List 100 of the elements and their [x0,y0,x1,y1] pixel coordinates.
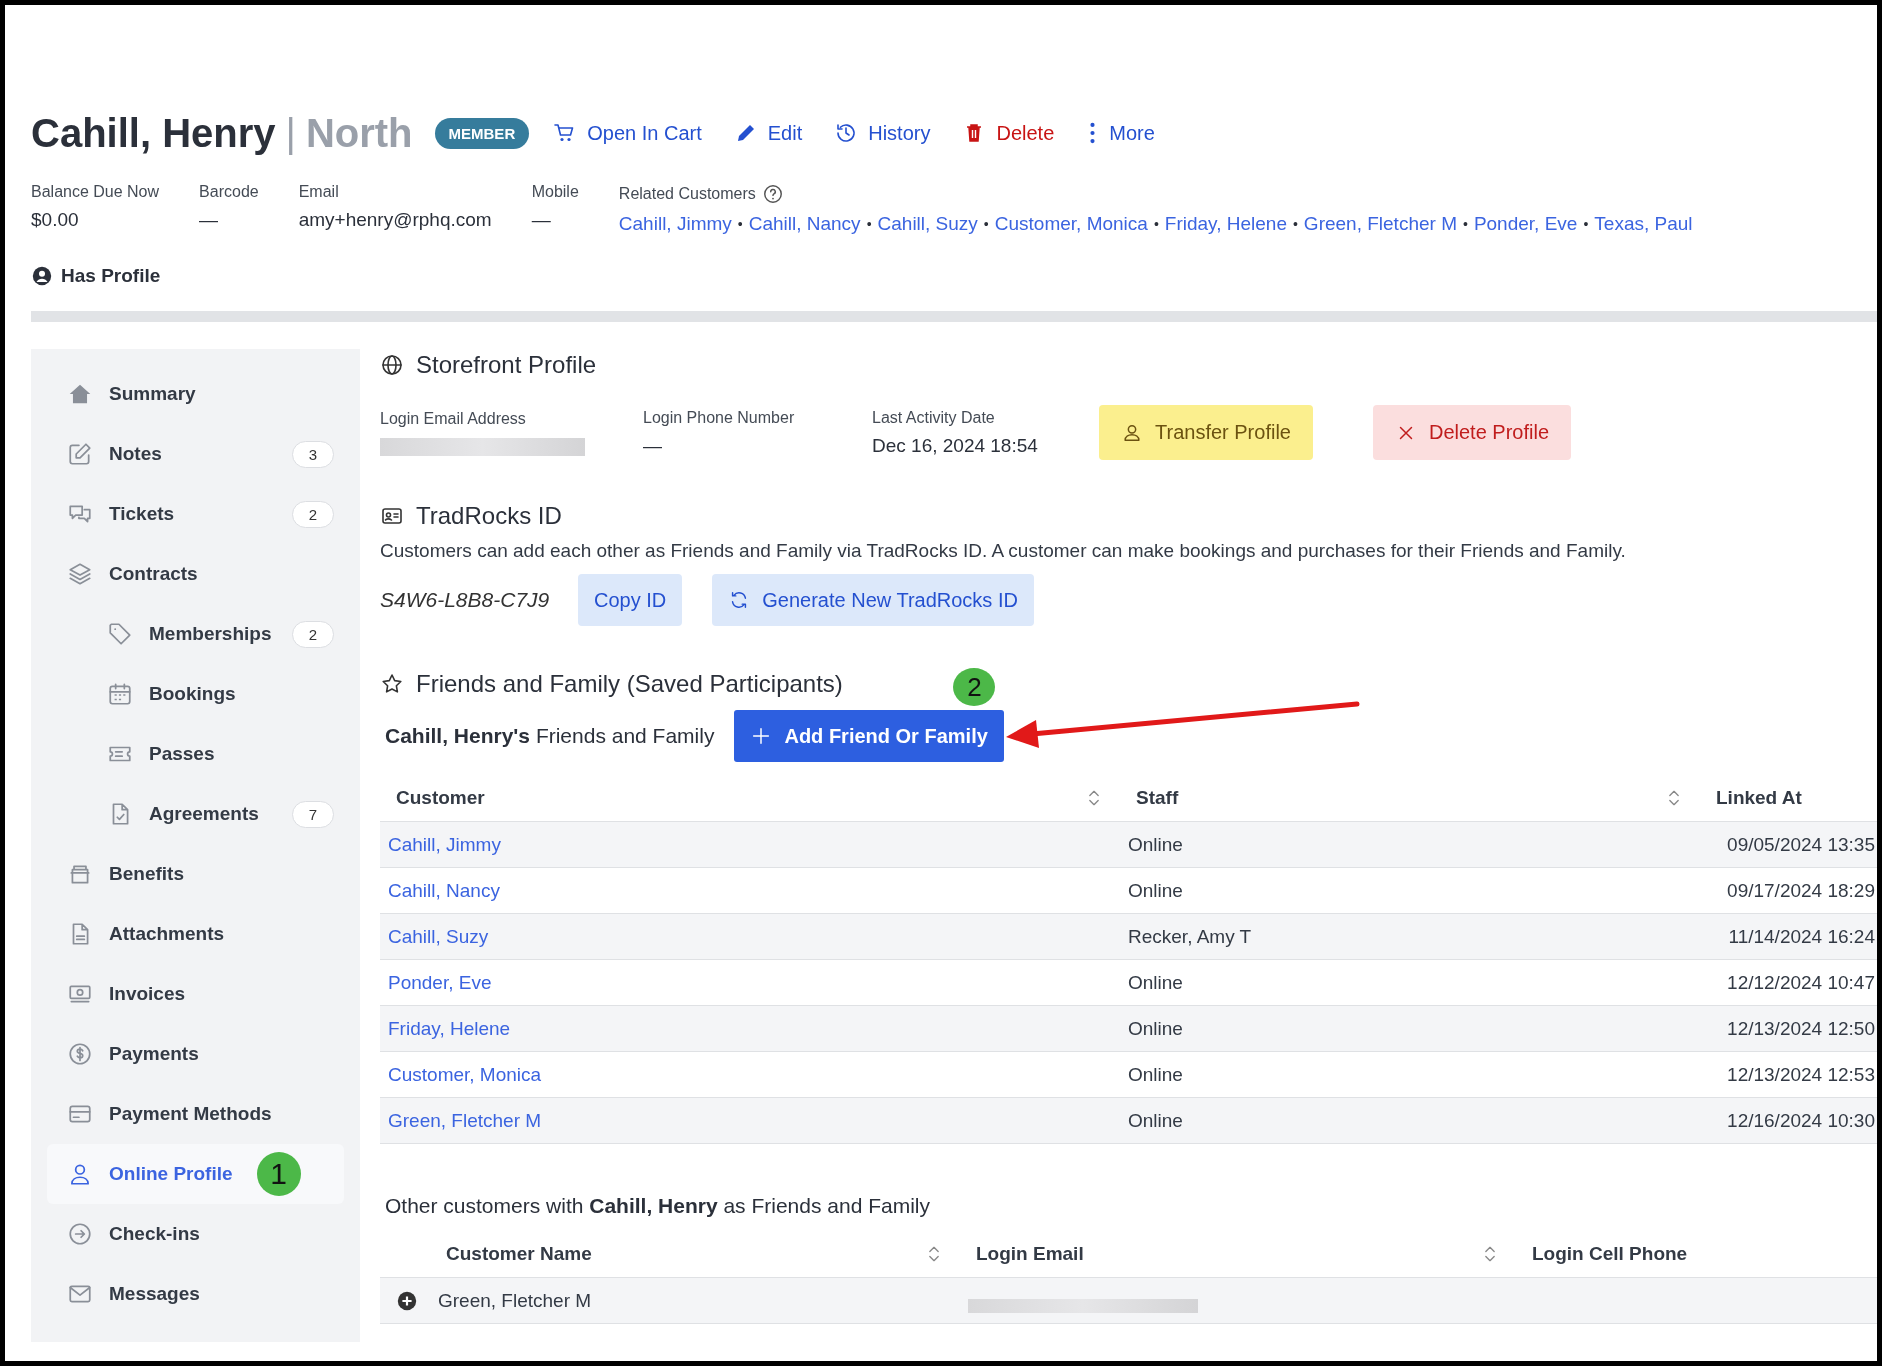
sidebar-item[interactable]: Attachments [47,904,344,964]
field-label: Related Customers [618,185,756,203]
transfer-profile-button[interactable]: Transfer Profile [1099,405,1313,460]
field-label: Mobile [531,183,579,201]
member-badge: MEMBER [434,117,530,149]
sidebar-item[interactable]: Payments [47,1024,344,1084]
sidebar-item[interactable]: Memberships 2 [47,604,344,664]
more-icon [1090,122,1096,144]
globe-icon [380,353,404,377]
count-badge: 2 [292,620,334,648]
field-value: $0.00 [31,209,80,231]
separator-dot: • [1153,216,1159,232]
field-label: Barcode [199,183,259,201]
table-cell-text: 09/05/2024 13:35 [1726,833,1876,856]
field-value: — [199,209,220,231]
delete-profile-button[interactable]: Delete Profile [1372,405,1572,460]
field-value: Dec 16, 2024 18:54 [872,434,1039,457]
table-cell-text: 11/14/2024 16:24 [1727,925,1876,948]
number-marker: 1 [256,1152,301,1196]
column-header[interactable]: Login Email [976,1242,1084,1265]
sidebar-item[interactable]: Passes [47,724,344,784]
location-name: North [305,110,413,156]
subtitle-text: Cahill, Henry's Friends and Family [385,724,715,748]
customer-link[interactable]: Cahill, Jimmy [618,213,732,235]
sidebar-item[interactable]: Agreements 7 [47,784,344,844]
help-icon[interactable] [761,183,784,205]
customer-link[interactable]: Cahill, Nancy [388,879,500,902]
open-in-cart-button[interactable]: Open In Cart [549,117,706,149]
sidebar-item[interactable]: Contracts [47,544,344,604]
column-header[interactable]: Customer Name [446,1242,592,1265]
table-cell-text: Online [1127,1063,1184,1086]
sidebar-item[interactable]: Benefits [47,844,344,904]
field-label: Login Phone Number [643,408,796,427]
more-button[interactable]: More [1082,117,1159,149]
customer-name: Cahill, Henry [31,110,276,156]
title-separator: | [285,110,296,156]
star-icon [380,672,404,696]
customer-link[interactable]: Ponder, Eve [388,971,492,994]
history-button[interactable]: History [830,117,935,149]
table-cell-text: 12/16/2024 10:30 [1726,1109,1876,1132]
customer-link[interactable]: Green, Fletcher M [388,1109,542,1132]
expand-icon[interactable] [396,1289,418,1312]
customer-link[interactable]: Ponder, Eve [1473,213,1578,235]
column-header[interactable]: Staff [1136,786,1179,809]
customer-link[interactable]: Cahill, Jimmy [388,833,501,856]
tag-icon [107,621,133,647]
table-cell-text: Green, Fletcher M [437,1289,593,1312]
customer-link[interactable]: Customer, Monica [388,1063,542,1086]
sidebar-item[interactable]: Bookings [47,664,344,724]
sidebar-item[interactable]: Online Profile 1 [47,1144,344,1204]
sidebar-item[interactable]: Summary [47,364,344,424]
customer-link[interactable]: Texas, Paul [1594,213,1693,235]
separator-dot: • [1583,216,1589,232]
table-cell-text: Online [1127,971,1184,994]
table-cell-text: Online [1127,1109,1184,1132]
sidebar-item[interactable]: Payment Methods [47,1084,344,1144]
customer-link[interactable]: Cahill, Suzy [388,925,489,948]
field-label: Last Activity Date [872,408,996,427]
generate-id-button[interactable]: Generate New TradRocks ID [712,574,1034,626]
table-cell-text: Recker, Amy T [1127,925,1253,948]
field-value: amy+henry@rphq.com [298,209,492,231]
column-header[interactable]: Customer [396,786,485,809]
sidebar-item[interactable]: Tickets 2 [47,484,344,544]
customer-link[interactable]: Friday, Helene [1164,213,1287,235]
field-label: Login Email Address [380,409,527,428]
delete-button[interactable]: Delete [958,117,1059,149]
separator-dot: • [983,216,989,232]
customer-link[interactable]: Cahill, Suzy [877,213,978,235]
customer-link[interactable]: Cahill, Nancy [748,213,861,235]
sidebar-item[interactable]: Check-ins [47,1204,344,1264]
table-cell-text: 12/13/2024 12:50 [1726,1017,1876,1040]
section-title: Friends and Family (Saved Participants) [416,670,843,698]
add-friend-button[interactable]: Add Friend Or Family [734,710,1004,762]
layers-icon [67,561,93,587]
separator-dot: • [737,216,743,232]
copy-id-button[interactable]: Copy ID [578,574,683,626]
edit-button[interactable]: Edit [729,117,807,149]
customer-link[interactable]: Friday, Helene [388,1017,511,1040]
table-cell-text: 12/12/2024 10:47 [1726,971,1876,994]
dollar-circle-icon [67,1041,93,1067]
section-title: TradRocks ID [416,502,562,530]
sidebar-item[interactable]: Invoices [47,964,344,1024]
column-header[interactable]: Linked At [1716,786,1802,809]
field-label: Email [298,183,340,201]
sidebar-item[interactable]: Messages [47,1264,344,1324]
sidebar-item[interactable]: Notes 3 [47,424,344,484]
section-subtitle: Other customers with Cahill, Henry as Friends and Family [385,1194,932,1218]
separator-dot: • [866,216,872,232]
field-label: Balance Due Now [31,183,160,201]
customer-link[interactable]: Green, Fletcher M [1303,213,1457,235]
count-badge: 7 [292,800,334,828]
section-title: Storefront Profile [416,351,597,379]
table-cell-text: Online [1127,1017,1184,1040]
field-value: — [531,209,552,231]
arrow-circle-icon [67,1221,93,1247]
tradrocks-id: S4W6-L8B8-C7J9 [380,588,551,612]
customer-link[interactable]: Customer, Monica [994,213,1148,235]
table-cell-text: Online [1127,879,1184,902]
column-header[interactable]: Login Cell Phone [1532,1242,1688,1265]
number-marker: 2 [953,668,996,706]
